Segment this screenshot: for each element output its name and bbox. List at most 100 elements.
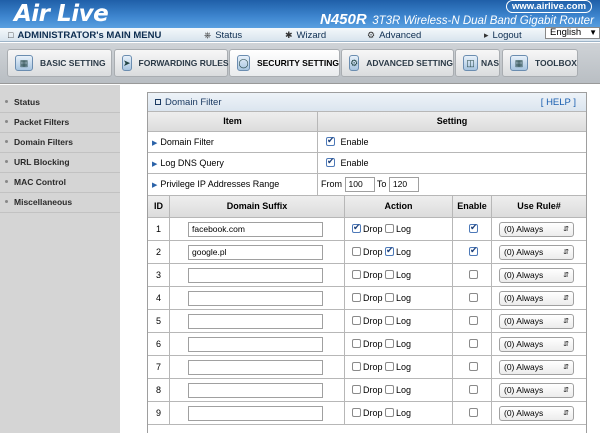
panel-title-bar: Domain Filter [ HELP ] — [148, 93, 586, 112]
tab-nas[interactable]: ◫ NAS — [455, 49, 500, 77]
updown-arrow-icon: ⇵ — [563, 341, 569, 348]
log-checkbox[interactable] — [385, 224, 395, 233]
domain-suffix-input[interactable] — [188, 383, 323, 398]
log-checkbox[interactable] — [385, 245, 395, 256]
language-select[interactable]: English ▼ — [545, 27, 600, 39]
menu-status[interactable]: ⎈ Status — [204, 29, 242, 42]
table-row: 2 google.pl Drop Log (0) Always ⇵ — [148, 241, 586, 264]
drop-checkbox[interactable] — [352, 293, 361, 302]
enable-checkbox[interactable] — [469, 316, 478, 325]
use-rule-select[interactable]: (0) Always ⇵ — [499, 360, 574, 375]
log-label: Log — [396, 270, 412, 280]
log-checkbox[interactable] — [385, 339, 395, 348]
sidebar-item-mac-control[interactable]: MAC Control — [0, 173, 120, 193]
domain-suffix-input[interactable]: facebook.com — [188, 222, 323, 237]
log-checkbox[interactable] — [385, 408, 395, 417]
sidebar-item-domain-filters[interactable]: Domain Filters — [0, 133, 120, 153]
tab-forwarding-rules[interactable]: ➤ FORWARDING RULES — [114, 49, 229, 77]
header-setting: Setting — [436, 116, 468, 126]
domain-suffix-input[interactable]: google.pl — [188, 245, 323, 260]
drop-checkbox[interactable] — [352, 247, 361, 256]
model-name: N450R — [320, 11, 367, 28]
nas-icon: ◫ — [463, 55, 479, 71]
use-rule-value: (0) Always — [504, 316, 544, 326]
log-checkbox[interactable] — [385, 362, 395, 371]
drop-checkbox[interactable] — [352, 362, 361, 371]
drop-checkbox[interactable] — [352, 270, 361, 279]
bullet-icon — [5, 120, 8, 123]
table-row: 6 Drop Log (0) Always ⇵ — [148, 333, 586, 356]
drop-checkbox[interactable] — [352, 222, 361, 233]
privilege-to-input[interactable]: 120 — [388, 177, 419, 192]
enable-checkbox[interactable] — [469, 222, 478, 233]
sidebar-item-url-blocking[interactable]: URL Blocking — [0, 153, 120, 173]
use-rule-select[interactable]: (0) Always ⇵ — [499, 383, 574, 398]
action-group: Drop Log — [352, 408, 411, 418]
sidebar-item-status[interactable]: Status — [0, 93, 120, 113]
drop-checkbox[interactable] — [352, 339, 361, 348]
tab-toolbox[interactable]: ▦ TOOLBOX — [502, 49, 578, 77]
drop-label: Drop — [363, 339, 383, 349]
enable-checkbox[interactable] — [469, 293, 478, 302]
website-link[interactable]: www.airlive.com — [506, 0, 592, 13]
log-checkbox[interactable] — [385, 270, 395, 279]
privilege-from-input[interactable]: 100 — [344, 177, 375, 192]
enable-checkbox[interactable] — [469, 408, 478, 417]
tab-label: TOOLBOX — [535, 58, 577, 68]
domain-filter-panel: Domain Filter [ HELP ] Item Setting ▶ Dom… — [147, 92, 587, 433]
domain-filter-enable-checkbox[interactable] — [326, 135, 335, 146]
domain-suffix-input[interactable] — [188, 268, 323, 283]
menu-wizard[interactable]: ✱ Wizard — [285, 29, 326, 42]
use-rule-value: (0) Always — [504, 339, 544, 349]
row-id: 5 — [156, 316, 162, 326]
help-link[interactable]: [ HELP ] — [541, 97, 576, 108]
log-checkbox[interactable] — [385, 385, 395, 394]
use-rule-select[interactable]: (0) Always ⇵ — [499, 222, 574, 237]
enable-checkbox[interactable] — [469, 270, 478, 279]
sidebar-item-label: Status — [14, 97, 40, 107]
log-dns-enable-checkbox[interactable] — [326, 156, 335, 167]
row-id: 1 — [156, 224, 162, 234]
drop-label: Drop — [363, 247, 383, 257]
use-rule-select[interactable]: (0) Always ⇵ — [499, 314, 574, 329]
use-rule-select[interactable]: (0) Always ⇵ — [499, 245, 574, 260]
drop-checkbox[interactable] — [352, 408, 361, 417]
use-rule-value: (0) Always — [504, 247, 544, 257]
enable-checkbox[interactable] — [469, 245, 478, 256]
enable-checkbox[interactable] — [469, 362, 478, 371]
use-rule-select[interactable]: (0) Always ⇵ — [499, 291, 574, 306]
sidebar-item-label: Packet Filters — [14, 117, 70, 127]
enable-checkbox[interactable] — [469, 385, 478, 394]
use-rule-select[interactable]: (0) Always ⇵ — [499, 268, 574, 283]
sidebar-item-miscellaneous[interactable]: Miscellaneous — [0, 193, 120, 213]
advanced-setting-icon: ⚙ — [349, 55, 360, 71]
bullet-icon — [5, 160, 8, 163]
log-checkbox[interactable] — [385, 316, 395, 325]
menu-advanced[interactable]: ⚙ Advanced — [367, 29, 421, 42]
col-domain-suffix: Domain Suffix — [226, 201, 288, 211]
domain-suffix-input[interactable] — [188, 406, 323, 421]
log-checkbox[interactable] — [385, 293, 395, 302]
sidebar-item-packet-filters[interactable]: Packet Filters — [0, 113, 120, 133]
row-id: 9 — [156, 408, 162, 418]
tab-label: BASIC SETTING — [40, 58, 106, 68]
domain-suffix-input[interactable] — [188, 360, 323, 375]
tab-advanced-setting[interactable]: ⚙ ADVANCED SETTING — [341, 49, 454, 77]
drop-checkbox[interactable] — [352, 385, 361, 394]
tab-basic-setting[interactable]: ▦ BASIC SETTING — [7, 49, 112, 77]
log-label: Log — [396, 339, 412, 349]
use-rule-select[interactable]: (0) Always ⇵ — [499, 406, 574, 421]
menu-logout[interactable]: ▸ Logout — [484, 29, 522, 42]
enable-checkbox[interactable] — [469, 339, 478, 348]
updown-arrow-icon: ⇵ — [563, 249, 569, 256]
col-id: ID — [154, 201, 163, 211]
action-group: Drop Log — [352, 339, 411, 349]
domain-suffix-input[interactable] — [188, 291, 323, 306]
tab-label: FORWARDING RULES — [138, 58, 229, 68]
domain-suffix-input[interactable] — [188, 337, 323, 352]
domain-suffix-input[interactable] — [188, 314, 323, 329]
use-rule-select[interactable]: (0) Always ⇵ — [499, 337, 574, 352]
drop-checkbox[interactable] — [352, 316, 361, 325]
tab-security-setting[interactable]: ◯ SECURITY SETTING — [229, 49, 340, 77]
main-menu: □ ADMINISTRATOR's MAIN MENU ⎈ Status ✱ Wiza… — [0, 28, 600, 42]
